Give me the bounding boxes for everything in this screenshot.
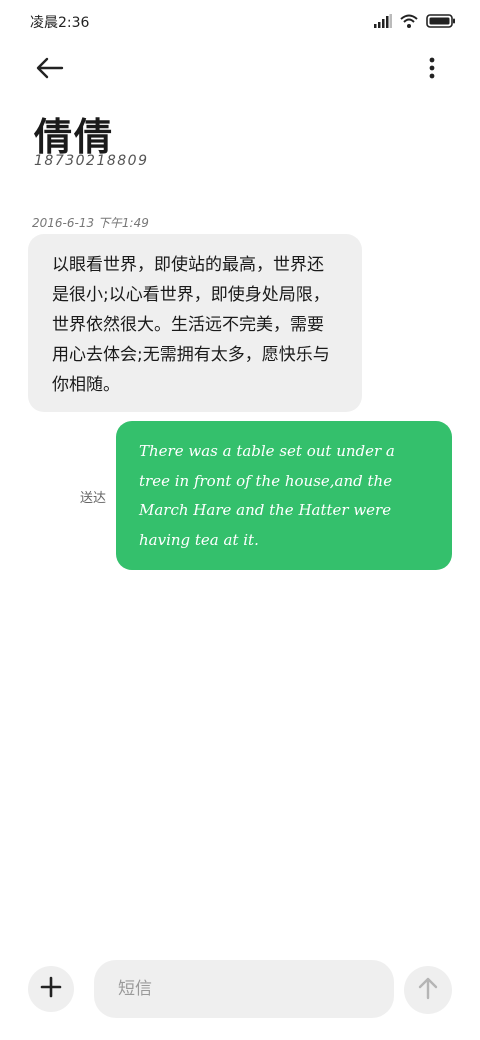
incoming-message-bubble[interactable]: 以眼看世界，即使站的最高，世界还是很小;以心看世界，即使身处局限，世界依然很大。… [28, 234, 362, 412]
sms-input[interactable] [94, 960, 394, 1018]
plus-icon [40, 976, 62, 1002]
status-bar: 凌晨2:36 [0, 0, 480, 44]
add-attachment-button[interactable] [28, 966, 74, 1012]
send-arrow-up-icon [417, 976, 439, 1004]
send-button[interactable] [404, 966, 452, 1014]
contact-number: 18730218809 [34, 153, 149, 169]
incoming-message-text: 以眼看世界，即使站的最高，世界还是很小;以心看世界，即使身处局限，世界依然很大。… [52, 255, 330, 395]
back-arrow-icon [36, 57, 64, 83]
signal-icon [374, 13, 392, 32]
outgoing-message-text: There was a table set out under a tree i… [139, 442, 395, 549]
message-timestamp: 2016-6-13 下午1:49 [32, 216, 149, 230]
status-icons [374, 13, 456, 32]
battery-icon [426, 13, 456, 32]
outgoing-message-bubble[interactable]: There was a table set out under a tree i… [116, 421, 452, 570]
more-options-button[interactable] [420, 54, 444, 86]
status-time: 凌晨2:36 [30, 15, 90, 31]
back-button[interactable] [32, 54, 68, 86]
topbar [0, 48, 480, 92]
delivery-status: 送达 [80, 491, 107, 506]
composer [0, 958, 480, 1022]
wifi-icon [400, 13, 418, 32]
more-vertical-icon [429, 57, 435, 83]
